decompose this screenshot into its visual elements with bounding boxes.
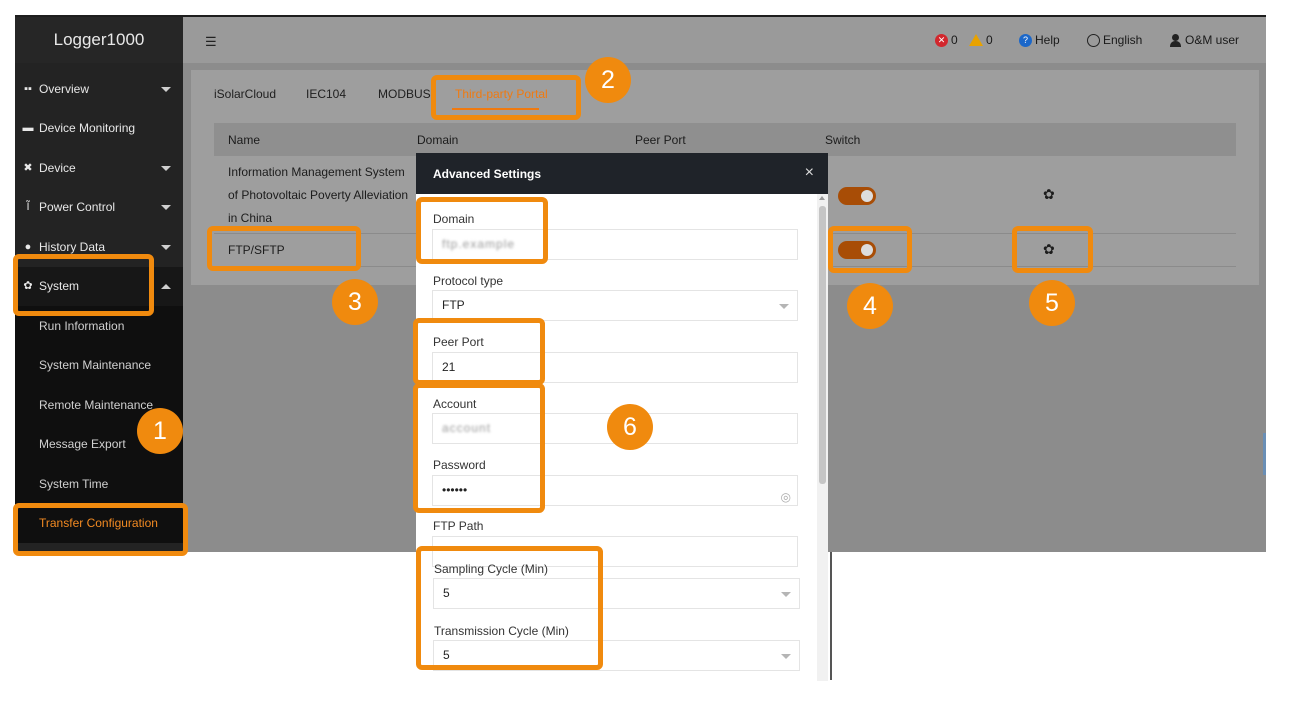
app-logo: Logger1000 xyxy=(15,17,183,63)
highlight-cycles xyxy=(416,546,603,670)
chevron-down-icon xyxy=(779,304,789,309)
highlight-peer-port xyxy=(413,318,545,385)
sidebar-subitem-system-time[interactable]: System Time xyxy=(15,464,183,504)
protocol-type-label: Protocol type xyxy=(433,274,504,288)
language-label: English xyxy=(1103,33,1143,47)
sidebar-item-label: Overview xyxy=(39,81,90,96)
protocol-type-select[interactable]: FTP xyxy=(432,290,798,321)
highlight-system xyxy=(13,254,154,316)
settings-gear-icon[interactable]: ✿ xyxy=(1043,186,1055,203)
sidebar-item-power-control[interactable]: Ĩ Power Control xyxy=(15,188,183,228)
protocol-tabs: iSolarCloud IEC104 MODBUS Third-party Po… xyxy=(191,70,1259,114)
switch-toggle[interactable] xyxy=(838,187,876,205)
error-indicator[interactable]: ✕ 0 xyxy=(935,33,958,47)
help-icon: ? xyxy=(1019,33,1032,47)
user-icon xyxy=(1169,33,1182,47)
user-menu[interactable]: O&M user xyxy=(1169,33,1239,47)
user-label: O&M user xyxy=(1185,33,1240,47)
protocol-type-value: FTP xyxy=(442,298,465,312)
menu-toggle-icon[interactable]: ☰ xyxy=(205,34,217,50)
history-icon: ● xyxy=(24,240,32,253)
step-badge-4: 4 xyxy=(847,283,893,329)
column-header-domain: Domain xyxy=(417,133,459,147)
row-name-line: in China xyxy=(228,211,273,225)
sidebar-item-label: Device xyxy=(39,160,76,175)
tools-icon: ✖ xyxy=(23,161,33,174)
step-badge-6: 6 xyxy=(607,404,653,450)
error-count: 0 xyxy=(951,33,958,47)
warning-indicator[interactable]: 0 xyxy=(969,33,993,47)
column-header-peer-port: Peer Port xyxy=(635,133,686,147)
dialog-scrollbar[interactable] xyxy=(817,194,828,681)
step-badge-3: 3 xyxy=(332,279,378,325)
tab-isolarcloud[interactable]: iSolarCloud xyxy=(214,87,276,101)
dialog-title: Advanced Settings xyxy=(433,167,542,181)
grid-icon: ▪▪ xyxy=(24,82,32,95)
step-badge-2: 2 xyxy=(585,57,631,103)
tab-modbus[interactable]: MODBUS xyxy=(378,87,431,101)
row-name-line: Information Management System xyxy=(228,165,405,179)
step-badge-1: 1 xyxy=(137,408,183,454)
column-header-name: Name xyxy=(228,133,261,147)
highlight-ftp-sftp xyxy=(207,226,361,271)
step-badge-5: 5 xyxy=(1029,280,1075,326)
row-name-line: of Photovoltaic Poverty Alleviation xyxy=(228,188,409,202)
ftp-path-label: FTP Path xyxy=(433,519,484,533)
chevron-up-icon xyxy=(161,284,171,290)
sidebar-item-label: Power Control xyxy=(39,200,116,215)
sidebar-item-label: Device Monitoring xyxy=(39,121,136,136)
column-header-switch: Switch xyxy=(825,133,861,147)
eye-off-icon[interactable]: ◎ xyxy=(781,483,791,512)
chevron-down-icon xyxy=(781,654,791,659)
error-icon: ✕ xyxy=(935,33,948,47)
help-label: Help xyxy=(1035,33,1060,47)
top-header: ☰ ✕ 0 0 ? Help English O&M user xyxy=(183,17,1266,63)
sidebar-item-device-monitoring[interactable]: ▬ Device Monitoring xyxy=(15,109,183,149)
close-icon[interactable]: × xyxy=(805,164,814,182)
dialog-edge-line xyxy=(830,552,832,680)
warning-count: 0 xyxy=(986,33,993,47)
scroll-up-icon[interactable] xyxy=(819,196,825,200)
chevron-down-icon xyxy=(161,244,171,250)
table-header: Name Domain Peer Port Switch xyxy=(214,123,1236,156)
highlight-switch xyxy=(828,226,912,273)
monitor-icon: ▬ xyxy=(22,122,34,135)
sidebar-subitem-system-maintenance[interactable]: System Maintenance xyxy=(15,346,183,386)
help-link[interactable]: ? Help xyxy=(1019,33,1060,47)
scrollbar-thumb[interactable] xyxy=(819,206,826,484)
chevron-down-icon xyxy=(161,86,171,92)
sidebar-item-label: History Data xyxy=(39,239,106,254)
highlight-transfer-configuration xyxy=(13,503,188,556)
language-selector[interactable]: English xyxy=(1087,33,1142,47)
edge-marker xyxy=(1263,433,1266,475)
tab-iec104[interactable]: IEC104 xyxy=(306,87,346,101)
warning-icon xyxy=(969,34,983,46)
chevron-down-icon xyxy=(161,165,171,171)
sidebar-item-overview[interactable]: ▪▪ Overview xyxy=(15,69,183,109)
globe-icon xyxy=(1087,33,1100,47)
highlight-third-party-portal xyxy=(431,75,581,120)
chevron-down-icon xyxy=(781,592,791,597)
highlight-domain xyxy=(416,197,548,264)
dialog-header: Advanced Settings × xyxy=(416,153,828,194)
chevron-down-icon xyxy=(161,205,171,211)
highlight-settings-gear xyxy=(1012,226,1093,273)
sidebar-item-device[interactable]: ✖ Device xyxy=(15,148,183,188)
highlight-account-password xyxy=(413,383,545,513)
power-icon: Ĩ xyxy=(26,201,30,214)
